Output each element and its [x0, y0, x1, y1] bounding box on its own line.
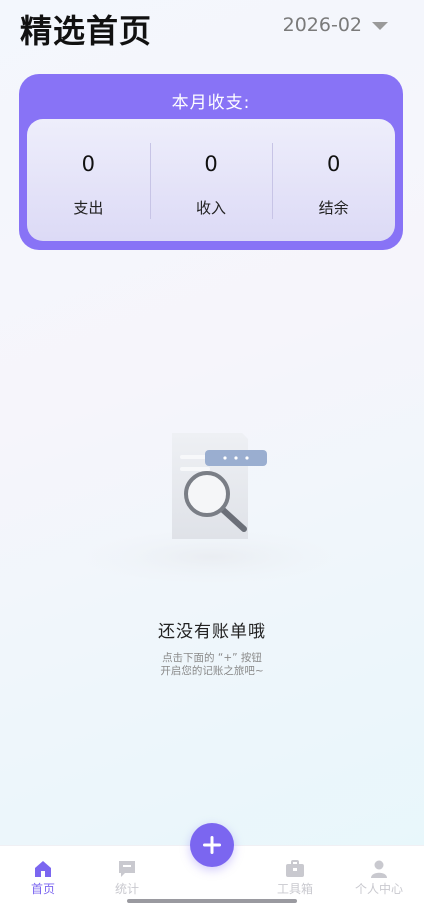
- caret-down-icon: [372, 22, 388, 30]
- month-picker[interactable]: 2026-02: [283, 14, 388, 36]
- tab-home-label: 首页: [30, 882, 55, 896]
- stat-expense: 0 支出: [27, 119, 150, 241]
- home-icon: [35, 861, 51, 877]
- empty-state-illustration: [82, 433, 342, 585]
- tab-profile-label: 个人中心: [354, 882, 403, 896]
- month-value: 2026-02: [282, 14, 362, 36]
- tab-home[interactable]: 首页: [1, 846, 85, 896]
- stat-income-value: 0: [204, 152, 218, 176]
- empty-state-title: 还没有账单哦: [158, 622, 266, 642]
- monthly-summary-card: 本月收支: 0 支出 0 收入 0 结余: [19, 74, 403, 250]
- person-icon: [371, 860, 387, 878]
- tab-toolbox[interactable]: 工具箱: [253, 846, 337, 896]
- add-record-button[interactable]: [190, 823, 234, 867]
- page-title: 精选首页: [20, 12, 153, 50]
- stat-expense-label: 支出: [73, 199, 104, 217]
- header: 精选首页 2026-02: [0, 0, 424, 60]
- stat-balance-label: 结余: [318, 199, 349, 217]
- home-indicator: [127, 899, 297, 903]
- empty-state-hint-2: 开启您的记账之旅吧~: [160, 665, 264, 677]
- tab-stats[interactable]: 统计: [85, 846, 169, 896]
- tab-profile[interactable]: 个人中心: [337, 846, 421, 896]
- toolbox-icon: [286, 860, 304, 877]
- stat-balance: 0 结余: [272, 119, 395, 241]
- chart-icon: [119, 861, 135, 877]
- stat-income: 0 收入: [149, 119, 273, 241]
- stat-expense-value: 0: [81, 152, 96, 176]
- summary-stats: 0 支出 0 收入 0 结余: [27, 119, 395, 241]
- tab-toolbox-label: 工具箱: [276, 882, 313, 896]
- stat-balance-value: 0: [326, 152, 341, 176]
- tab-stats-label: 统计: [114, 882, 139, 896]
- stat-income-label: 收入: [196, 199, 227, 217]
- summary-title: 本月收支:: [171, 93, 251, 113]
- plus-icon: [203, 836, 221, 854]
